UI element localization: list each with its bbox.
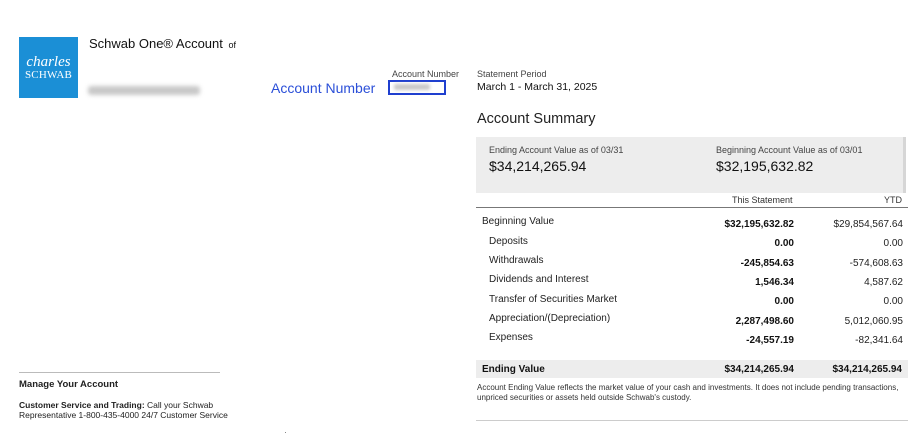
stray-mark (285, 432, 286, 433)
customer-service-text: Customer Service and Trading: Call your … (19, 400, 234, 420)
column-header-this-statement: This Statement (732, 195, 793, 205)
logo-text-charles: charles (26, 54, 71, 70)
table-row-ytd: 4,587.62 (864, 277, 903, 288)
table-row-ytd: $29,854,567.64 (833, 219, 903, 230)
manage-account-divider (19, 372, 220, 373)
ending-value-ytd: $34,214,265.94 (832, 364, 902, 375)
ending-value-footnote: Account Ending Value reflects the market… (477, 383, 899, 402)
table-row-ytd: -574,608.63 (849, 258, 903, 269)
redacted-account-number (394, 84, 430, 90)
account-summary-title: Account Summary (477, 111, 596, 127)
table-row-label: Transfer of Securities Market (489, 294, 618, 305)
statement-period-value: March 1 - March 31, 2025 (477, 81, 598, 93)
table-row-label: Dividends and Interest (489, 274, 589, 285)
table-row-this-statement: -24,557.19 (746, 335, 794, 346)
charles-schwab-logo: charles SCHWAB (19, 37, 78, 98)
account-number-label: Account Number (392, 69, 460, 79)
table-row-label: Beginning Value (482, 216, 555, 227)
account-title-of: of (228, 40, 237, 50)
account-title: Schwab One® Account of (89, 36, 236, 51)
table-row-ytd: 0.00 (883, 296, 903, 307)
table-row-this-statement: 0.00 (774, 296, 794, 307)
column-header-ytd: YTD (884, 195, 902, 205)
summary-bottom-divider (476, 420, 908, 421)
beginning-account-value: $32,195,632.82 (716, 158, 814, 174)
table-row-this-statement: $32,195,632.82 (724, 219, 794, 230)
ending-value-label: Ending Value (482, 364, 545, 375)
manage-account-title: Manage Your Account (19, 379, 119, 390)
ending-account-value-label: Ending Account Value as of 03/31 (489, 145, 624, 155)
redacted-account-holder-name (88, 86, 200, 95)
customer-service-label: Customer Service and Trading: (19, 400, 145, 410)
table-row-this-statement: 0.00 (774, 238, 794, 249)
ending-account-value: $34,214,265.94 (489, 158, 587, 174)
table-row-ytd: 0.00 (883, 238, 903, 249)
ending-value-this-statement: $34,214,265.94 (724, 364, 794, 375)
table-row-label: Expenses (489, 332, 533, 343)
table-row-ytd: -82,341.64 (855, 335, 903, 346)
beginning-account-value-label: Beginning Account Value as of 03/01 (716, 145, 863, 155)
table-row-label: Deposits (489, 236, 528, 247)
table-row-label: Withdrawals (489, 255, 544, 266)
table-row-this-statement: 1,546.34 (755, 277, 794, 288)
account-number-annotation: Account Number (271, 80, 376, 96)
table-header-divider (476, 207, 908, 208)
table-row-this-statement: -245,854.63 (740, 258, 794, 269)
logo-text-schwab: SCHWAB (24, 69, 73, 81)
table-row-this-statement: 2,287,498.60 (735, 316, 794, 327)
statement-period-label: Statement Period (477, 69, 547, 79)
table-row-ytd: 5,012,060.95 (844, 316, 903, 327)
table-row-label: Appreciation/(Depreciation) (489, 313, 611, 324)
account-title-text: Schwab One® Account (89, 36, 223, 51)
